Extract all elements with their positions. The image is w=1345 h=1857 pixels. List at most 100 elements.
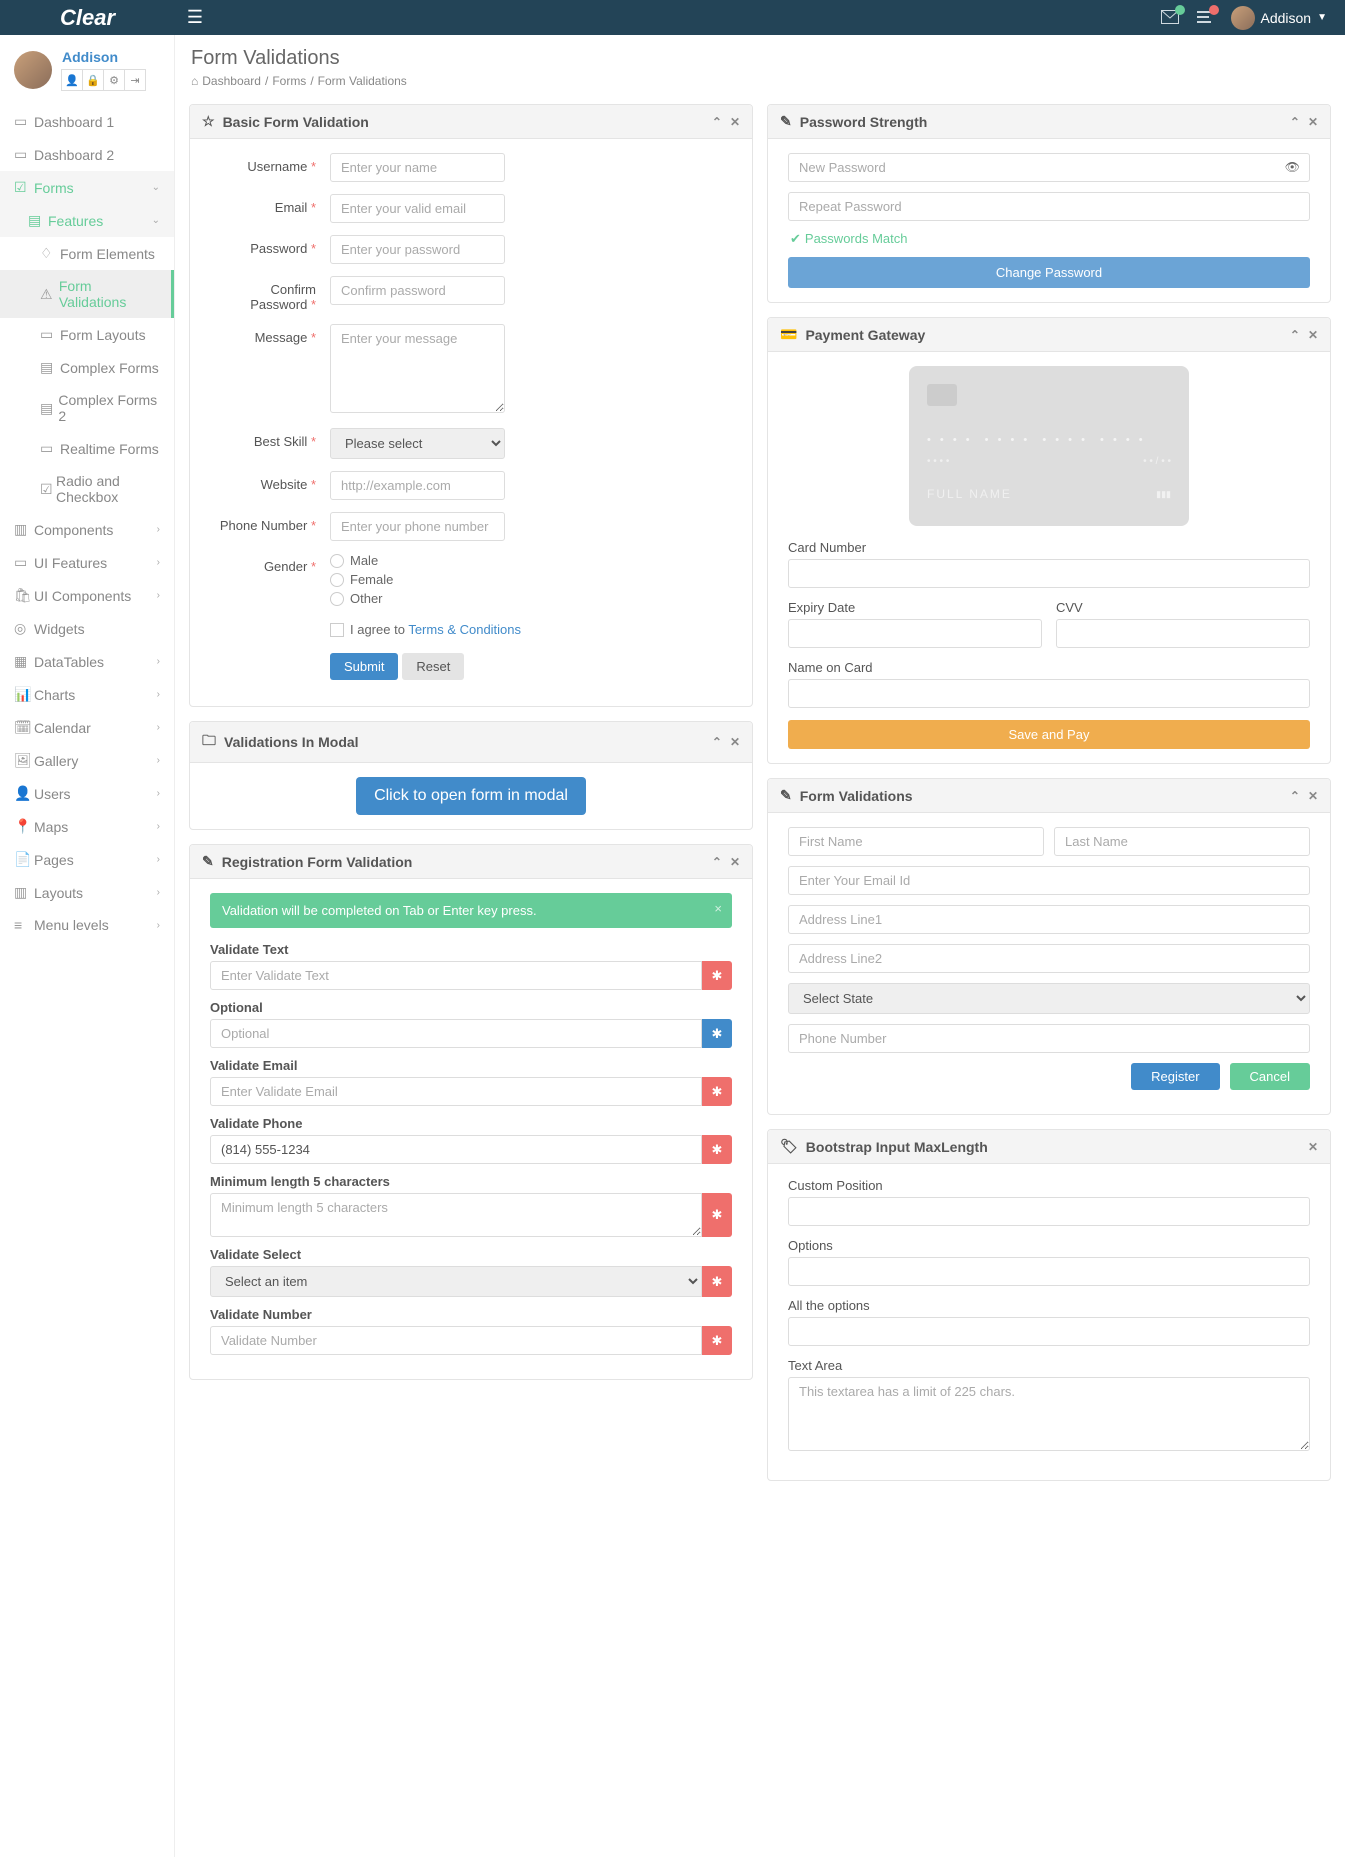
validate-select[interactable]: Select an item <box>210 1266 702 1297</box>
message-input[interactable] <box>330 324 505 413</box>
new-password-input[interactable] <box>788 153 1310 182</box>
validate-number-input[interactable] <box>210 1326 702 1355</box>
breadcrumb-link[interactable]: Dashboard <box>202 74 261 88</box>
validate-phone-input[interactable] <box>210 1135 702 1164</box>
close-icon[interactable]: ✕ <box>1308 115 1318 129</box>
menu-toggle-icon[interactable]: ☰ <box>175 7 215 28</box>
sidebar-item-realtime-forms[interactable]: ▭Realtime Forms <box>0 432 174 465</box>
repeat-password-input[interactable] <box>788 192 1310 221</box>
sidebar-item-dashboard-2[interactable]: ▭Dashboard 2 <box>0 138 174 171</box>
sidebar-item-complex-forms-2[interactable]: ▤Complex Forms 2 <box>0 384 174 432</box>
change-password-button[interactable]: Change Password <box>788 257 1310 288</box>
sidebar-item-menu-levels[interactable]: ≡Menu levels› <box>0 909 174 941</box>
confirm-password-input[interactable] <box>330 276 505 305</box>
error-addon-icon: ✱ <box>702 1326 732 1355</box>
user-menu[interactable]: Addison ▼ <box>1231 6 1328 30</box>
close-icon[interactable]: ✕ <box>1308 789 1318 803</box>
password-input[interactable] <box>330 235 505 264</box>
gender-female-radio[interactable]: Female <box>330 572 505 587</box>
collapse-icon[interactable]: ⌃ <box>1290 789 1300 803</box>
alert-close-icon[interactable]: × <box>714 901 722 916</box>
register-button[interactable]: Register <box>1131 1063 1219 1090</box>
sidebar-item-form-elements[interactable]: ♢Form Elements <box>0 237 174 270</box>
sidebar-item-calendar[interactable]: 🗓Calendar› <box>0 711 174 744</box>
sidebar-item-gallery[interactable]: 🖼Gallery› <box>0 744 174 777</box>
website-input[interactable] <box>330 471 505 500</box>
brand-logo[interactable]: Clear <box>0 5 175 31</box>
validate-email-input[interactable] <box>210 1077 702 1106</box>
breadcrumb-link[interactable]: Forms <box>272 74 306 88</box>
sidebar-item-components[interactable]: ▥Components› <box>0 513 174 546</box>
fv-email-input[interactable] <box>788 866 1310 895</box>
first-name-input[interactable] <box>788 827 1044 856</box>
options-input[interactable] <box>788 1257 1310 1286</box>
expiry-input[interactable] <box>788 619 1042 648</box>
sidebar-item-pages[interactable]: 📄Pages› <box>0 843 174 876</box>
eye-icon[interactable]: 👁 <box>1285 160 1300 174</box>
sidebar-item-radio-checkbox[interactable]: ☑Radio and Checkbox <box>0 465 174 513</box>
sidebar-item-datatables[interactable]: ▦DataTables› <box>0 645 174 678</box>
home-icon: ⌂ <box>191 74 198 88</box>
card-number-input[interactable] <box>788 559 1310 588</box>
name-on-card-input[interactable] <box>788 679 1310 708</box>
sidebar-item-form-validations[interactable]: ⚠Form Validations <box>0 270 174 318</box>
collapse-icon[interactable]: ⌃ <box>712 115 722 129</box>
close-icon[interactable]: ✕ <box>1308 328 1318 342</box>
sidebar-item-ui-features[interactable]: ▭UI Features› <box>0 546 174 579</box>
skill-select[interactable]: Please select <box>330 428 505 459</box>
custom-position-input[interactable] <box>788 1197 1310 1226</box>
lock-icon[interactable]: 🔒 <box>82 69 104 91</box>
collapse-icon[interactable]: ⌃ <box>712 855 722 869</box>
sidebar-item-forms[interactable]: ☑Forms⌄ <box>0 171 174 204</box>
star-icon: ☆ <box>202 113 215 130</box>
sidebar-item-form-layouts[interactable]: ▭Form Layouts <box>0 318 174 351</box>
logout-icon[interactable]: ⇥ <box>124 69 146 91</box>
mail-icon[interactable] <box>1161 9 1179 27</box>
info-addon-icon: ✱ <box>702 1019 732 1048</box>
open-modal-button[interactable]: Click to open form in modal <box>356 777 586 815</box>
close-icon[interactable]: ✕ <box>730 855 740 869</box>
collapse-icon[interactable]: ⌃ <box>1290 115 1300 129</box>
sidebar-item-dashboard-1[interactable]: ▭Dashboard 1 <box>0 105 174 138</box>
close-icon[interactable]: ✕ <box>730 115 740 129</box>
gear-icon[interactable]: ⚙ <box>103 69 125 91</box>
maxlen-textarea[interactable] <box>788 1377 1310 1451</box>
user-icon[interactable]: 👤 <box>61 69 83 91</box>
all-options-input[interactable] <box>788 1317 1310 1346</box>
sidebar-user-name: Addison <box>62 49 146 65</box>
save-pay-button[interactable]: Save and Pay <box>788 720 1310 749</box>
gender-other-radio[interactable]: Other <box>330 591 505 606</box>
fv-phone-input[interactable] <box>788 1024 1310 1053</box>
gender-male-radio[interactable]: Male <box>330 553 505 568</box>
collapse-icon[interactable]: ⌃ <box>1290 328 1300 342</box>
sidebar-item-charts[interactable]: 📊Charts› <box>0 678 174 711</box>
phone-input[interactable] <box>330 512 505 541</box>
validate-text-input[interactable] <box>210 961 702 990</box>
terms-link[interactable]: Terms & Conditions <box>408 622 521 637</box>
addr2-input[interactable] <box>788 944 1310 973</box>
optional-input[interactable] <box>210 1019 702 1048</box>
cvv-input[interactable] <box>1056 619 1310 648</box>
close-icon[interactable]: ✕ <box>1308 1140 1318 1154</box>
sidebar-item-users[interactable]: 👤Users› <box>0 777 174 810</box>
sidebar-item-features[interactable]: ▤Features⌄ <box>0 204 174 237</box>
sidebar-item-complex-forms[interactable]: ▤Complex Forms <box>0 351 174 384</box>
close-icon[interactable]: ✕ <box>730 735 740 749</box>
cancel-button[interactable]: Cancel <box>1230 1063 1310 1090</box>
sidebar-item-widgets[interactable]: ◎Widgets <box>0 612 174 645</box>
sidebar-item-layouts[interactable]: ▥Layouts› <box>0 876 174 909</box>
email-input[interactable] <box>330 194 505 223</box>
addr1-input[interactable] <box>788 905 1310 934</box>
terms-checkbox[interactable]: I agree to Terms & Conditions <box>330 622 521 637</box>
collapse-icon[interactable]: ⌃ <box>712 735 722 749</box>
minlen-input[interactable] <box>210 1193 702 1237</box>
username-input[interactable] <box>330 153 505 182</box>
avatar <box>1231 6 1255 30</box>
sidebar-item-maps[interactable]: 📍Maps› <box>0 810 174 843</box>
sidebar-item-ui-components[interactable]: 🛍UI Components› <box>0 579 174 612</box>
tasks-icon[interactable] <box>1197 9 1213 27</box>
last-name-input[interactable] <box>1054 827 1310 856</box>
submit-button[interactable]: Submit <box>330 653 398 680</box>
state-select[interactable]: Select State <box>788 983 1310 1014</box>
reset-button[interactable]: Reset <box>402 653 464 680</box>
